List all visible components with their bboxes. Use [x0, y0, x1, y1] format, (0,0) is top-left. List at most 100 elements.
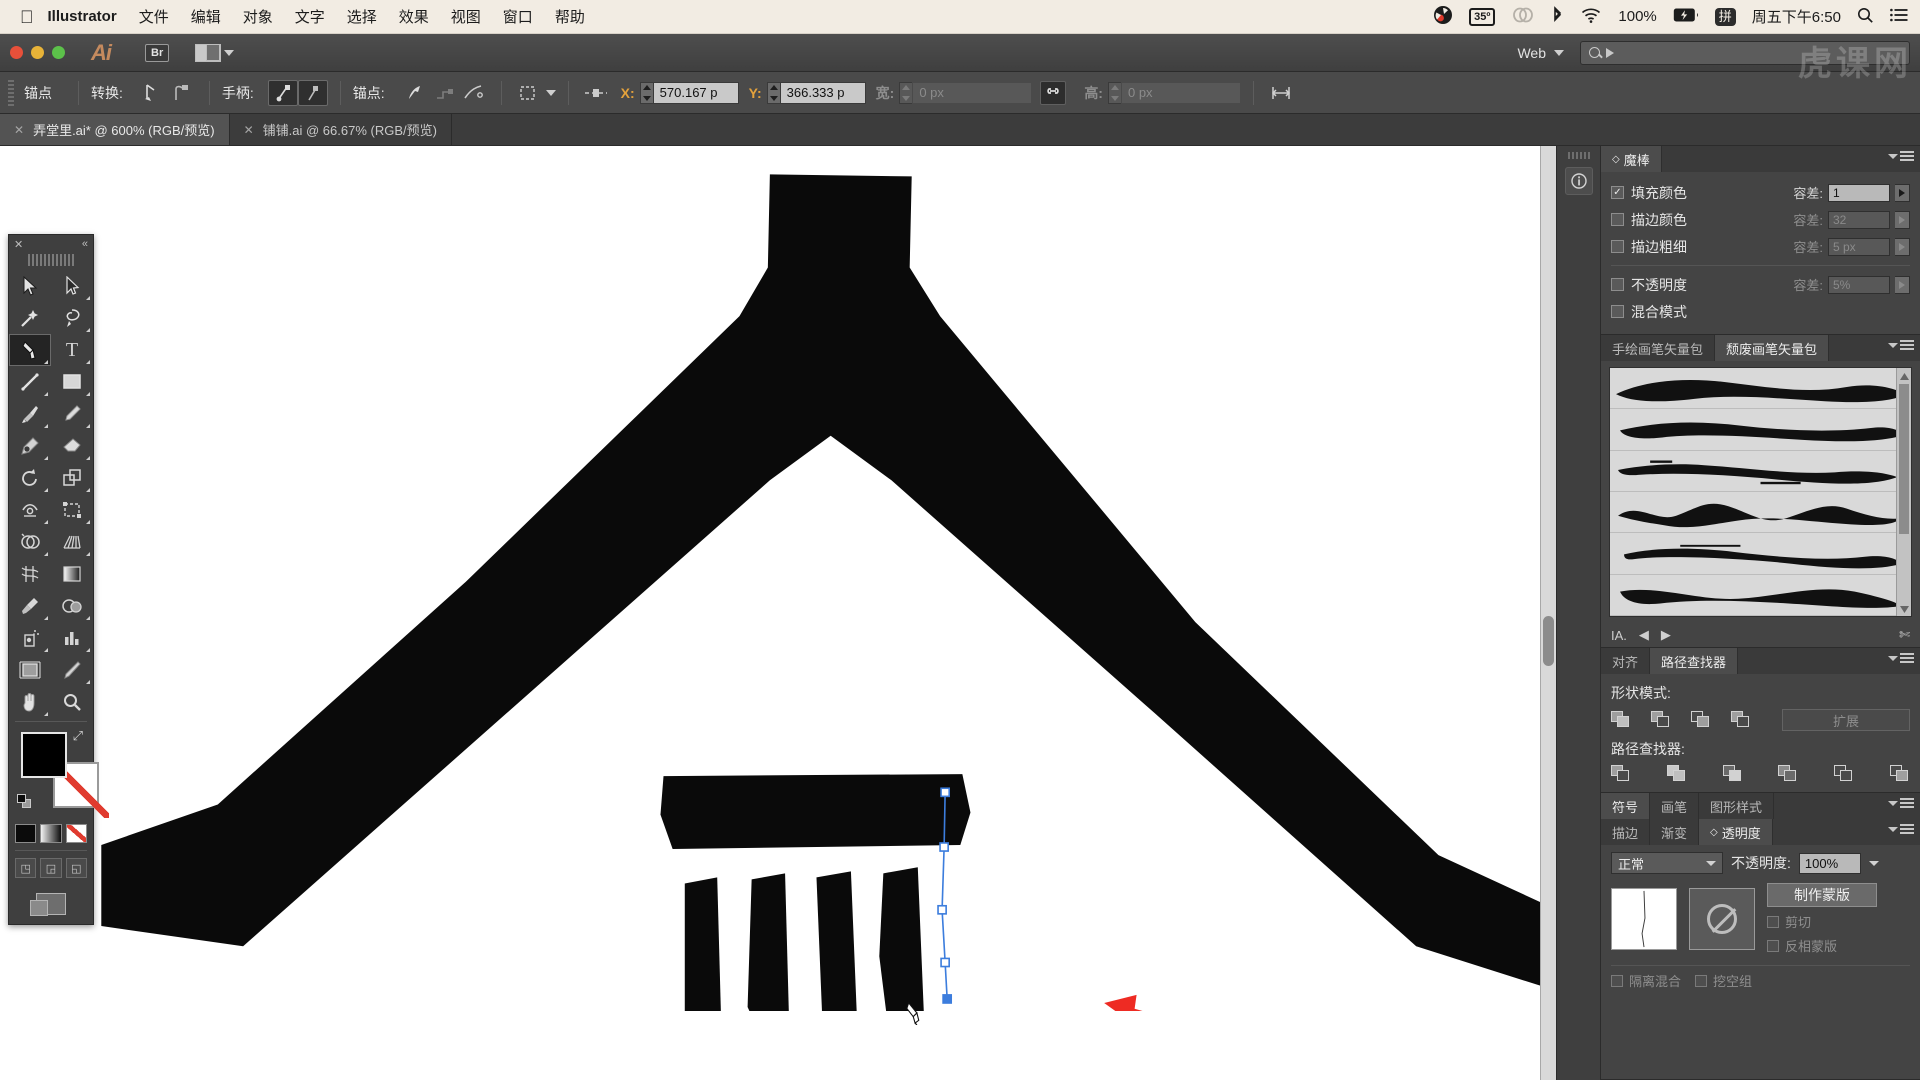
gradient-tool[interactable]	[51, 558, 93, 590]
battery-charging-icon[interactable]	[1673, 7, 1699, 26]
minus-back-icon[interactable]	[1889, 765, 1910, 783]
canvas-vertical-scrollbar[interactable]	[1540, 146, 1556, 1080]
battery-percent[interactable]: 100%	[1618, 8, 1656, 25]
eraser-tool[interactable]	[51, 430, 93, 462]
tab-hand-drawn-brushes[interactable]: 手绘画笔矢量包	[1601, 335, 1716, 361]
mask-thumbnail[interactable]	[1689, 888, 1755, 950]
menu-object[interactable]: 对象	[243, 6, 273, 27]
minus-front-icon[interactable]	[1651, 711, 1671, 729]
default-fill-stroke-icon[interactable]	[17, 794, 33, 810]
spotlight-search-icon[interactable]	[1857, 7, 1874, 27]
draw-behind-button[interactable]: ◲	[40, 858, 62, 878]
cut-path-button[interactable]	[459, 80, 489, 106]
screen-mode-icon[interactable]	[30, 893, 66, 916]
collapse-panel-icon[interactable]: «	[82, 238, 88, 250]
scroll-down-icon[interactable]	[1899, 603, 1910, 614]
isolate-blending-checkbox[interactable]	[1611, 974, 1623, 987]
menu-window[interactable]: 窗口	[503, 6, 533, 27]
convert-to-smooth-button[interactable]	[167, 80, 197, 106]
knockout-isolate-row[interactable]: 隔离混合 挖空组	[1611, 971, 1910, 990]
paintbrush-tool[interactable]	[9, 398, 51, 430]
magic-wand-row-blend-mode[interactable]: 混合模式	[1611, 298, 1910, 325]
arrange-documents-button[interactable]	[195, 43, 235, 62]
slice-tool[interactable]	[51, 654, 93, 686]
invert-mask-checkbox[interactable]	[1767, 939, 1779, 952]
magic-wand-row-stroke-weight[interactable]: 描边粗细 容差: 5 px	[1611, 233, 1910, 260]
rectangle-tool[interactable]	[51, 366, 93, 398]
line-segment-tool[interactable]	[9, 366, 51, 398]
wifi-icon[interactable]	[1580, 6, 1602, 27]
tab-stroke[interactable]: 描边	[1601, 819, 1651, 845]
tab-align[interactable]: 对齐	[1601, 648, 1651, 674]
color-swatch-area[interactable]: ⤢	[17, 728, 109, 818]
crop-icon[interactable]	[1778, 765, 1798, 783]
minimize-window-button[interactable]	[31, 46, 44, 59]
knockout-group-row[interactable]: 挖空组	[1695, 971, 1752, 990]
gradient-swatch-button[interactable]	[40, 824, 62, 843]
blend-mode-checkbox[interactable]	[1611, 305, 1624, 318]
scroll-up-icon[interactable]	[1899, 370, 1910, 381]
toolbox-panel[interactable]: ✕ « T ⤢ ◳ ◲ ◱	[8, 234, 109, 925]
symbol-sprayer-tool[interactable]	[9, 622, 51, 654]
blob-brush-tool[interactable]	[9, 430, 51, 462]
search-adobe-stock-input[interactable]	[1580, 40, 1910, 65]
merge-icon[interactable]	[1722, 765, 1743, 783]
eyedropper-tool[interactable]	[9, 590, 51, 622]
connect-anchors-button[interactable]	[429, 80, 459, 106]
pencil-tool[interactable]	[51, 398, 93, 430]
toolbox-grip[interactable]	[28, 254, 74, 266]
intersect-icon[interactable]	[1691, 711, 1711, 729]
maximize-window-button[interactable]	[52, 46, 65, 59]
notification-center-icon[interactable]	[1890, 8, 1908, 25]
brush-item-2[interactable]	[1610, 409, 1911, 451]
isolate-blending-row[interactable]: 隔离混合	[1611, 971, 1681, 990]
opacity-checkbox[interactable]	[1611, 278, 1624, 291]
magic-wand-tool[interactable]	[9, 302, 51, 334]
swap-fill-stroke-icon[interactable]: ⤢	[73, 728, 83, 744]
stroke-color-checkbox[interactable]	[1611, 213, 1624, 226]
menu-edit[interactable]: 编辑	[191, 6, 221, 27]
scale-tool[interactable]	[51, 462, 93, 494]
pen-tool[interactable]	[9, 334, 51, 366]
panel-menu-button[interactable]	[1888, 824, 1914, 835]
menu-view[interactable]: 视图	[451, 6, 481, 27]
panel-menu-button[interactable]	[1888, 798, 1914, 809]
stroke-weight-checkbox[interactable]	[1611, 240, 1624, 253]
close-window-button[interactable]	[10, 46, 23, 59]
invert-mask-row[interactable]: 反相蒙版	[1767, 936, 1877, 955]
document-tab-2[interactable]: ✕ 铺铺.ai @ 66.67% (RGB/预览)	[230, 114, 452, 145]
delete-icon[interactable]: ✄	[1899, 627, 1910, 643]
tab-pathfinder[interactable]: 路径查找器	[1650, 648, 1739, 674]
bluetooth-icon[interactable]	[1551, 5, 1564, 28]
fill-color-swatch[interactable]	[21, 732, 67, 778]
menu-file[interactable]: 文件	[139, 6, 169, 27]
tab-brushes[interactable]: 画笔	[1650, 793, 1700, 819]
panel-menu-button[interactable]	[1888, 151, 1914, 162]
width-tool[interactable]	[9, 494, 51, 526]
none-swatch-button[interactable]	[65, 824, 87, 843]
mesh-tool[interactable]	[9, 558, 51, 590]
y-input[interactable]: 366.333 p	[779, 81, 866, 104]
clip-checkbox[interactable]	[1767, 915, 1779, 928]
hand-tool[interactable]	[9, 686, 51, 718]
scrollbar-thumb[interactable]	[1899, 384, 1909, 534]
tab-symbols[interactable]: 符号	[1601, 793, 1651, 819]
magic-wand-row-stroke-color[interactable]: 描边颜色 容差: 32	[1611, 206, 1910, 233]
perspective-grid-tool[interactable]	[51, 526, 93, 558]
brush-item-5[interactable]	[1610, 533, 1911, 575]
bridge-button[interactable]: Br	[145, 43, 170, 62]
object-thumbnail[interactable]	[1611, 888, 1677, 950]
divide-icon[interactable]	[1611, 765, 1631, 783]
expand-button[interactable]: 扩展	[1782, 709, 1910, 731]
brush-list-scrollbar[interactable]	[1896, 368, 1911, 616]
unite-icon[interactable]	[1611, 711, 1631, 729]
x-input[interactable]: 570.167 p	[652, 81, 739, 104]
brush-item-3[interactable]	[1610, 451, 1911, 492]
isolate-selected-button[interactable]	[514, 80, 544, 106]
input-method-indicator[interactable]: 拼	[1714, 7, 1736, 26]
brush-item-4[interactable]	[1610, 492, 1911, 534]
draw-normal-button[interactable]: ◳	[15, 858, 37, 878]
opacity-input[interactable]: 100%	[1798, 852, 1861, 874]
show-handles-button[interactable]	[267, 79, 298, 106]
menu-help[interactable]: 帮助	[555, 6, 585, 27]
